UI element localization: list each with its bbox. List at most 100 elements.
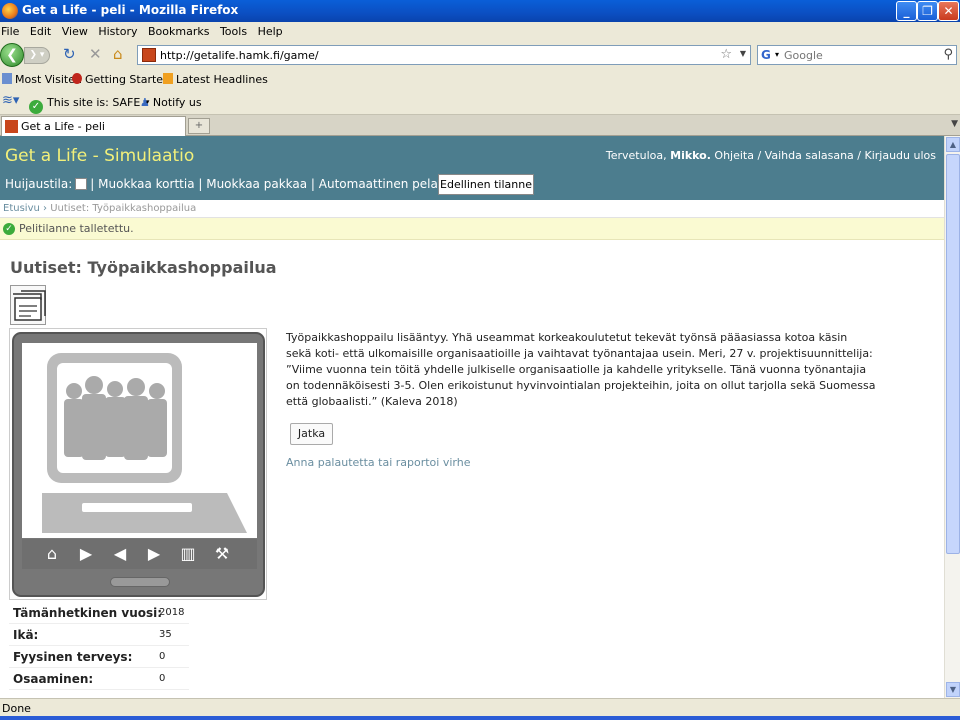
menu-file[interactable]: File [0, 22, 23, 38]
menu-help[interactable]: Help [257, 22, 287, 38]
checkmark-icon: ✓ [29, 100, 43, 114]
stat-label: Fyysinen terveys: [13, 650, 133, 664]
vertical-scrollbar[interactable]: ▲ ▼ [944, 136, 960, 698]
google-engine-icon[interactable]: G [761, 48, 775, 62]
stat-value: 0 [159, 673, 166, 684]
tab-get-a-life[interactable]: Get a Life - peli [1, 116, 186, 136]
previous-state-button[interactable]: Edellinen tilanne [438, 174, 534, 195]
tab-strip: Get a Life - peli + ▼ [0, 115, 960, 136]
cheat-mode-checkbox[interactable] [75, 178, 88, 190]
device-frame: ⌂ ▶ ◀ ▶ ▥ ⚒ [12, 332, 265, 597]
menu-tools[interactable]: Tools [219, 22, 251, 38]
tab-list-icon[interactable]: ▼ [951, 119, 958, 129]
menu-view[interactable]: View [61, 22, 92, 38]
stat-row: Fyysinen terveys: 0 [9, 646, 189, 668]
menu-bar: File Edit View History Bookmarks Tools H… [0, 22, 960, 41]
new-tab-button[interactable]: + [188, 118, 210, 134]
window-titlebar: Get a Life - peli - Mozilla Firefox _ ❐ … [0, 0, 960, 22]
greeting: Tervetuloa, [605, 149, 667, 162]
tools-icon[interactable]: ⚒ [210, 544, 234, 564]
house-icon[interactable]: ⌂ [40, 544, 64, 564]
arrow-right-icon[interactable]: ▶ [142, 544, 166, 564]
search-bar: G ▾ ⚲ [757, 45, 957, 65]
close-button[interactable]: ✕ [938, 1, 959, 21]
people-icon: ♟ [140, 96, 150, 109]
back-button[interactable]: ❮ [0, 43, 24, 67]
menu-history[interactable]: History [97, 22, 141, 38]
page-viewport: Get a Life - Simulaatio Tervetuloa, Mikk… [0, 136, 944, 698]
site-brand[interactable]: Get a Life - Simulaatio [5, 146, 194, 166]
tool-links[interactable]: | Muokkaa korttia | Muokkaa pakkaa | Aut… [90, 177, 456, 191]
play-icon[interactable]: ▶ [74, 544, 98, 564]
taskbar-edge [0, 716, 960, 720]
firefox-icon [2, 3, 18, 19]
bookmark-most-visited[interactable]: Most Visited [2, 73, 82, 86]
newspaper-icon [10, 285, 46, 325]
success-check-icon: ✓ [3, 223, 15, 235]
stat-label: Ikä: [13, 628, 39, 642]
scroll-up-icon[interactable]: ▲ [946, 137, 960, 152]
maximize-button[interactable]: ❐ [917, 1, 938, 21]
bookmark-label: Getting Started [85, 73, 171, 86]
bookmark-folder-icon [2, 73, 12, 84]
feedback-link[interactable]: Anna palautetta tai raportoi virhe [286, 456, 470, 469]
tools-row: Huijaustila: | Muokkaa korttia | Muokkaa … [5, 177, 456, 191]
wifi-icon[interactable]: ≋▾ [2, 93, 19, 108]
menu-edit[interactable]: Edit [29, 22, 55, 38]
home-icon[interactable]: ⌂ [113, 46, 123, 63]
stat-label: Tämänhetkinen vuosi: [13, 606, 163, 620]
stat-row: Tämänhetkinen vuosi: 2018 [9, 602, 189, 624]
news-article-text: Työpaikkashoppailu lisääntyy. Yhä useamm… [286, 331, 876, 408]
stop-icon[interactable]: ✕ [89, 46, 102, 63]
addon-toolbar: ≋▾ ✓ This site is: SAFE ▾ ♟ Notify us [0, 90, 960, 115]
bookmarks-toolbar: Most Visited Getting Started Latest Head… [0, 69, 960, 90]
user-name: Mikko. [670, 149, 711, 162]
device-screen [22, 343, 257, 538]
url-text: http://getalife.hamk.fi/game/ [160, 49, 319, 62]
scroll-down-icon[interactable]: ▼ [946, 682, 960, 697]
menu-bookmarks[interactable]: Bookmarks [147, 22, 213, 38]
arrow-left-icon[interactable]: ◀ [108, 544, 132, 564]
page-title: Uutiset: Työpaikkashoppailua [10, 258, 277, 277]
bookmark-label: Latest Headlines [176, 73, 268, 86]
notify-text: Notify us [152, 96, 202, 109]
card-illustration: ⌂ ▶ ◀ ▶ ▥ ⚒ [9, 328, 267, 600]
search-magnifier-icon[interactable]: ⚲ [943, 47, 953, 62]
engine-dropdown-icon[interactable]: ▾ [775, 50, 779, 59]
site-header: Get a Life - Simulaatio Tervetuloa, Mikk… [0, 136, 944, 200]
address-bar[interactable]: http://getalife.hamk.fi/game/ ☆ ▼ [137, 45, 751, 65]
save-notice: ✓ Pelitilanne talletettu. [0, 218, 944, 240]
trash-icon[interactable]: ▥ [176, 544, 200, 564]
breadcrumb-home[interactable]: Etusivu [3, 203, 40, 214]
breadcrumb-separator: › [43, 203, 48, 214]
bookmark-star-icon[interactable]: ☆ [720, 47, 732, 62]
breadcrumb: Etusivu › Uutiset: Työpaikkashoppailua [0, 200, 944, 218]
stat-value: 0 [159, 651, 166, 662]
status-text: Done [2, 702, 31, 715]
stat-label: Osaaminen: [13, 672, 94, 686]
reload-icon[interactable]: ↻ [63, 46, 76, 63]
rss-icon [163, 73, 173, 84]
tab-favicon-icon [5, 120, 18, 133]
cheat-mode-label: Huijaustila: [5, 177, 73, 191]
bookmark-page-icon [72, 73, 82, 84]
bookmark-getting-started[interactable]: Getting Started [72, 73, 170, 86]
window-title: Get a Life - peli - Mozilla Firefox [22, 3, 239, 17]
scroll-thumb[interactable] [946, 154, 960, 554]
site-favicon-icon [142, 48, 156, 62]
stat-value: 35 [159, 629, 172, 640]
notify-us-button[interactable]: ♟ Notify us [140, 96, 202, 109]
account-links[interactable]: Ohjeita / Vaihda salasana / Kirjaudu ulo… [714, 149, 936, 162]
site-safe-status[interactable]: ✓ This site is: SAFE ▾ [29, 96, 149, 114]
stat-row: Osaaminen: 0 [9, 668, 189, 690]
continue-button[interactable]: Jatka [290, 423, 333, 445]
bookmark-latest-headlines[interactable]: Latest Headlines [163, 73, 268, 86]
minimize-button[interactable]: _ [896, 1, 917, 21]
breadcrumb-current: Uutiset: Työpaikkashoppailua [50, 203, 197, 214]
notice-text: Pelitilanne talletettu. [19, 222, 134, 235]
device-toolbar: ⌂ ▶ ◀ ▶ ▥ ⚒ [22, 539, 257, 569]
player-stats: Tämänhetkinen vuosi: 2018 Ikä: 35 Fyysin… [9, 602, 189, 690]
forward-button[interactable]: ❯ ▾ [24, 47, 50, 64]
url-dropdown-icon[interactable]: ▼ [740, 49, 746, 58]
search-input[interactable] [784, 48, 934, 62]
